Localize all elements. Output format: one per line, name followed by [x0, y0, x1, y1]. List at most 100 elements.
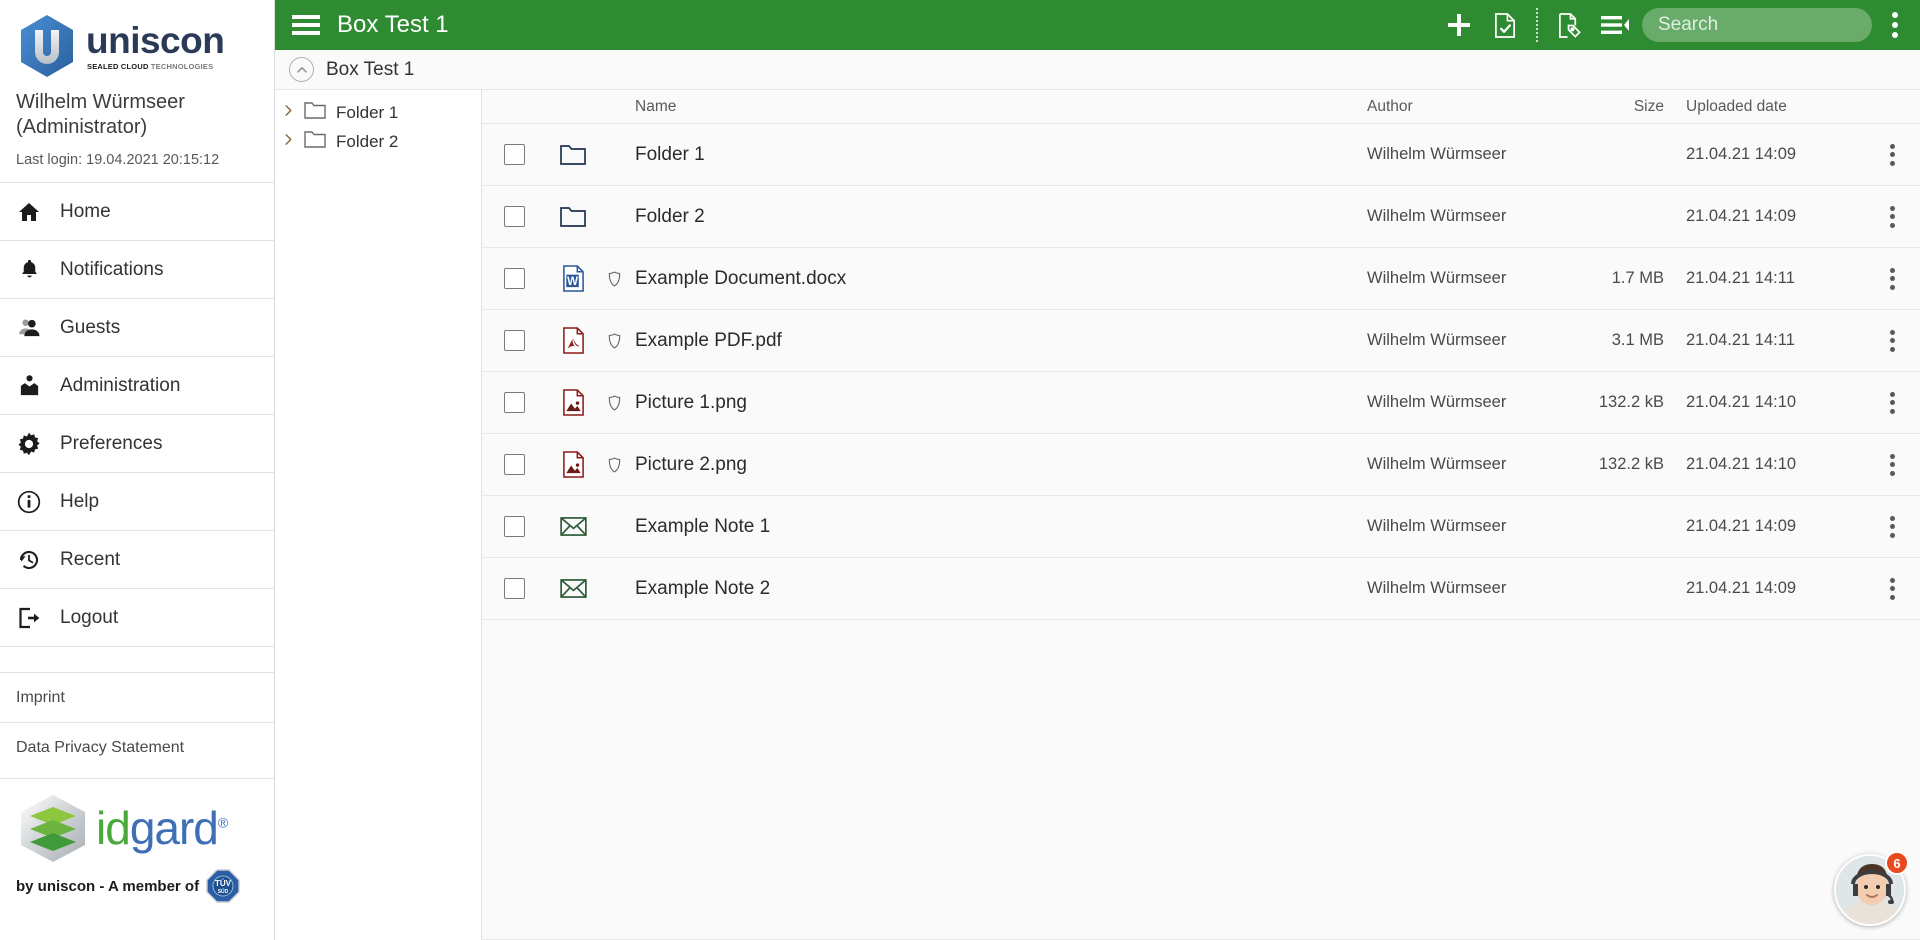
- row-name[interactable]: Example Note 1: [627, 516, 1367, 538]
- sidebar-item-logout[interactable]: Logout: [0, 588, 274, 646]
- row-overflow-menu[interactable]: [1864, 391, 1920, 414]
- table-row[interactable]: Example Note 2 Wilhelm Würmseer 21.04.21 1…: [482, 558, 1920, 620]
- sort-button[interactable]: [1592, 2, 1638, 48]
- column-header-date[interactable]: Uploaded date: [1664, 98, 1864, 116]
- kebab-icon[interactable]: [1889, 143, 1895, 166]
- row-name[interactable]: Folder 2: [627, 206, 1367, 228]
- tree-item-label: Folder 2: [336, 131, 399, 151]
- column-header-size[interactable]: Size: [1572, 98, 1664, 116]
- sidebar-item-notifications[interactable]: Notifications: [0, 240, 274, 298]
- file-type-icon: [544, 206, 602, 227]
- table-row[interactable]: W Example Document.docx Wilhelm Würmseer 1.…: [482, 248, 1920, 310]
- protection-shield-icon: [602, 270, 627, 287]
- idgard-hex-icon: [21, 795, 85, 862]
- table-row[interactable]: Picture 2.png Wilhelm Würmseer 132.2 kB 21.…: [482, 434, 1920, 496]
- row-select-cell: [482, 578, 544, 599]
- row-name[interactable]: Folder 1: [627, 144, 1367, 166]
- row-select-cell: [482, 392, 544, 413]
- chat-unread-badge: 6: [1885, 851, 1909, 875]
- row-checkbox[interactable]: [504, 454, 525, 475]
- kebab-icon[interactable]: [1889, 391, 1895, 414]
- sidebar-item-help[interactable]: Help: [0, 472, 274, 530]
- file-type-icon: [544, 579, 602, 598]
- kebab-icon[interactable]: [1889, 515, 1895, 538]
- row-checkbox[interactable]: [504, 206, 525, 227]
- idgard-word-first: id: [96, 802, 131, 854]
- sidebar-item-administration[interactable]: Administration: [0, 356, 274, 414]
- chevron-right-icon[interactable]: [283, 133, 294, 151]
- column-header-name[interactable]: Name: [627, 98, 1367, 116]
- sidebar-item-label: Administration: [60, 374, 181, 396]
- registered-mark: ®: [217, 814, 228, 831]
- row-overflow-menu[interactable]: [1864, 453, 1920, 476]
- kebab-icon[interactable]: [1889, 329, 1895, 352]
- table-row[interactable]: Folder 2 Wilhelm Würmseer 21.04.21 14:09: [482, 186, 1920, 248]
- logout-icon: [16, 605, 42, 631]
- tree-item-folder-2[interactable]: Folder 2: [275, 127, 481, 156]
- row-name[interactable]: Picture 2.png: [627, 454, 1367, 476]
- table-row[interactable]: Example PDF.pdf Wilhelm Würmseer 3.1 MB 21.…: [482, 310, 1920, 372]
- page-title: Box Test 1: [337, 11, 449, 38]
- tree-item-folder-1[interactable]: Folder 1: [275, 98, 481, 127]
- table-row[interactable]: Example Note 1 Wilhelm Würmseer 21.04.21 1…: [482, 496, 1920, 558]
- row-overflow-menu[interactable]: [1864, 267, 1920, 290]
- svg-text:SÜD: SÜD: [218, 888, 229, 895]
- row-date: 21.04.21 14:11: [1686, 269, 1795, 287]
- row-date: 21.04.21 14:09: [1686, 145, 1797, 163]
- row-select-cell: [482, 144, 544, 165]
- home-icon: [16, 199, 42, 225]
- new-file-button[interactable]: [1482, 2, 1528, 48]
- kebab-icon[interactable]: [1889, 453, 1895, 476]
- row-overflow-menu[interactable]: [1864, 205, 1920, 228]
- sidebar-link-privacy[interactable]: Data Privacy Statement: [0, 722, 274, 772]
- topbar-overflow-menu[interactable]: [1880, 5, 1910, 45]
- row-checkbox[interactable]: [504, 578, 525, 599]
- row-size: 3.1 MB: [1611, 331, 1664, 349]
- sidebar-item-label: Help: [60, 490, 100, 512]
- row-name[interactable]: Example Note 2: [627, 578, 1367, 600]
- sidebar-item-recent[interactable]: Recent: [0, 530, 274, 588]
- breadcrumb-path: Box Test 1: [326, 58, 415, 80]
- row-checkbox[interactable]: [504, 144, 525, 165]
- chevron-right-icon[interactable]: [283, 104, 294, 122]
- row-name[interactable]: Example PDF.pdf: [627, 330, 1367, 352]
- sidebar: uniscon SEALED CLOUD TECHNOLOGIES Wilhel…: [0, 0, 275, 940]
- row-author: Wilhelm Würmseer: [1367, 269, 1507, 287]
- kebab-icon[interactable]: [1889, 205, 1895, 228]
- row-name[interactable]: Example Document.docx: [627, 268, 1367, 290]
- uniscon-tagline: SEALED CLOUD TECHNOLOGIES: [87, 62, 224, 71]
- sidebar-item-preferences[interactable]: Preferences: [0, 414, 274, 472]
- row-date: 21.04.21 14:10: [1686, 455, 1797, 473]
- table-row[interactable]: Folder 1 Wilhelm Würmseer 21.04.21 14:09: [482, 124, 1920, 186]
- support-chat-widget[interactable]: 6: [1834, 851, 1909, 926]
- kebab-icon[interactable]: [1889, 267, 1895, 290]
- hamburger-icon[interactable]: [289, 8, 323, 42]
- folder-icon: [304, 101, 326, 124]
- sidebar-item-label: Preferences: [60, 432, 163, 454]
- column-header-author[interactable]: Author: [1367, 98, 1572, 116]
- protection-shield-icon: [602, 456, 627, 473]
- table-row[interactable]: Picture 1.png Wilhelm Würmseer 132.2 kB 21.…: [482, 372, 1920, 434]
- administration-icon: [16, 373, 42, 399]
- kebab-icon[interactable]: [1889, 577, 1895, 600]
- row-overflow-menu[interactable]: [1864, 577, 1920, 600]
- row-date: 21.04.21 14:09: [1686, 207, 1797, 225]
- row-overflow-menu[interactable]: [1864, 143, 1920, 166]
- tag-file-button[interactable]: [1546, 2, 1592, 48]
- row-checkbox[interactable]: [504, 516, 525, 537]
- row-overflow-menu[interactable]: [1864, 329, 1920, 352]
- navigate-up-button[interactable]: [289, 57, 314, 82]
- row-checkbox[interactable]: [504, 330, 525, 351]
- sidebar-link-imprint[interactable]: Imprint: [0, 672, 274, 722]
- add-button[interactable]: [1436, 2, 1482, 48]
- row-checkbox[interactable]: [504, 392, 525, 413]
- sidebar-item-home[interactable]: Home: [0, 182, 274, 240]
- tagline-bold: SEALED CLOUD: [87, 61, 149, 71]
- row-overflow-menu[interactable]: [1864, 515, 1920, 538]
- sidebar-item-label: Recent: [60, 548, 121, 570]
- sidebar-item-guests[interactable]: Guests: [0, 298, 274, 356]
- row-name[interactable]: Picture 1.png: [627, 392, 1367, 414]
- search-input[interactable]: [1642, 8, 1872, 42]
- row-select-cell: [482, 206, 544, 227]
- row-checkbox[interactable]: [504, 268, 525, 289]
